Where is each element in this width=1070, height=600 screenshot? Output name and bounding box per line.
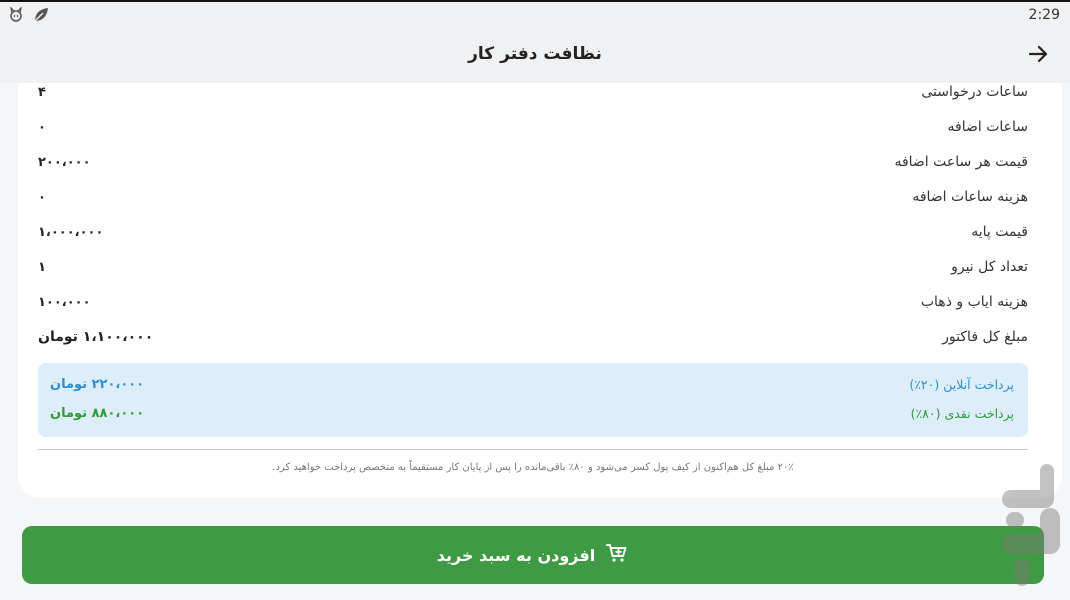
back-button[interactable] (1026, 42, 1050, 66)
store-watermark-logo (1000, 462, 1062, 592)
invoice-row-extra-hours-cost: ۰ هزینه ساعات اضافه (38, 182, 1028, 212)
invoice-card: ۴ ساعات درخواستی ۰ ساعات اضافه ۲۰۰،۰۰۰ ق… (18, 83, 1062, 498)
invoice-row-transport-cost: ۱۰۰،۰۰۰ هزینه ایاب و ذهاب (38, 287, 1028, 317)
cash-payment-label: پرداخت نقدی (۸۰٪) (910, 405, 1014, 421)
divider (38, 449, 1028, 450)
payment-note: ۲۰٪ مبلغ کل هم‌اکنون از کیف پول کسر می‌ش… (272, 462, 794, 473)
invoice-value: ۱ (38, 259, 46, 275)
invoice-label: هزینه ساعات اضافه (912, 189, 1028, 205)
invoice-row-total: ۱،۱۰۰،۰۰۰ تومان مبلغ کل فاکتور (38, 322, 1028, 352)
cash-payment-value: ۸۸۰،۰۰۰ تومان (50, 405, 145, 421)
invoice-row-base-price: ۱،۰۰۰،۰۰۰ قیمت پایه (38, 217, 1028, 247)
invoice-value: ۰ (38, 119, 46, 135)
leaf-icon (32, 6, 50, 28)
invoice-label: تعداد کل نیرو (951, 259, 1028, 275)
invoice-row-requested-hours: ۴ ساعات درخواستی (38, 77, 1028, 107)
cat-icon (8, 6, 24, 27)
invoice-value: ۴ (38, 84, 46, 100)
invoice-row-extra-hours: ۰ ساعات اضافه (38, 112, 1028, 142)
arrow-back-icon (1026, 45, 1050, 70)
invoice-total-value: ۱،۱۰۰،۰۰۰ تومان (38, 329, 154, 345)
status-icons (8, 6, 50, 28)
online-payment-value: ۲۲۰،۰۰۰ تومان (50, 376, 145, 392)
status-bar: 2:29 (0, 2, 1070, 28)
add-to-cart-button[interactable]: افزودن به سبد خرید (22, 526, 1044, 584)
invoice-label: قیمت پایه (971, 224, 1028, 240)
payment-split-box: ۲۲۰،۰۰۰ تومان پرداخت آنلاین (۲۰٪) ۸۸۰،۰۰… (38, 363, 1028, 437)
invoice-label: ساعات درخواستی (921, 84, 1028, 100)
cart-plus-icon (605, 541, 629, 569)
app-bar: نظافت دفتر کار (0, 28, 1070, 83)
invoice-label: مبلغ کل فاکتور (942, 329, 1028, 345)
page-title: نظافت دفتر کار (468, 44, 602, 64)
online-payment-label: پرداخت آنلاین (۲۰٪) (909, 376, 1014, 392)
invoice-label: هزینه ایاب و ذهاب (920, 294, 1028, 310)
online-payment-row: ۲۲۰،۰۰۰ تومان پرداخت آنلاین (۲۰٪) (50, 371, 1014, 397)
invoice-label: قیمت هر ساعت اضافه (894, 154, 1028, 170)
invoice-row-extra-hour-price: ۲۰۰،۰۰۰ قیمت هر ساعت اضافه (38, 147, 1028, 177)
add-to-cart-label: افزودن به سبد خرید (436, 545, 596, 565)
invoice-row-workforce-count: ۱ تعداد کل نیرو (38, 252, 1028, 282)
cash-payment-row: ۸۸۰،۰۰۰ تومان پرداخت نقدی (۸۰٪) (50, 400, 1014, 426)
invoice-value: ۱۰۰،۰۰۰ (38, 294, 91, 310)
invoice-value: ۱،۰۰۰،۰۰۰ (38, 224, 104, 240)
status-time: 2:29 (1028, 7, 1060, 23)
invoice-value: ۲۰۰،۰۰۰ (38, 154, 91, 170)
invoice-label: ساعات اضافه (947, 119, 1029, 135)
invoice-value: ۰ (38, 189, 46, 205)
